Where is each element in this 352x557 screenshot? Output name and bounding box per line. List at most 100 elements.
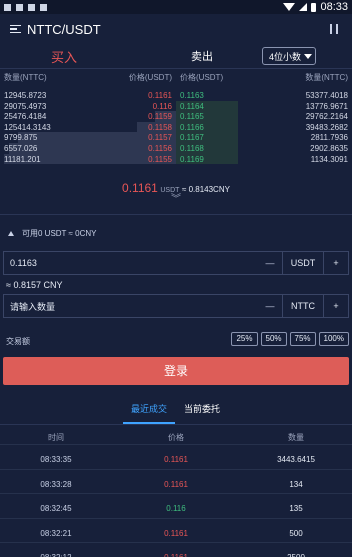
ask-qty-header: 数量(NTTC) xyxy=(305,73,348,82)
bid-qty: 125414.3143 xyxy=(4,122,51,132)
bid-qty: 29075.4973 xyxy=(4,101,47,111)
price-plus-button[interactable]: + xyxy=(324,258,348,268)
time-header: 时间 xyxy=(48,433,64,442)
last-price-cny: ≈ 0.8143CNY xyxy=(181,185,230,194)
orderbook-row[interactable]: 125414.3143 0.1158 0.1166 39483.2682 xyxy=(0,121,352,133)
last-price-value: 0.1161 xyxy=(122,181,158,195)
ask-qty: 29762.2164 xyxy=(305,112,348,122)
price-field: 0.1163 — USDT + xyxy=(3,251,349,275)
quantity-unit: NTTC xyxy=(291,301,315,311)
trade-row: 08:33:28 0.1161 134 xyxy=(0,468,352,494)
ask-price: 0.1166 xyxy=(180,122,204,132)
bid-price: 0.1156 xyxy=(148,143,172,153)
ask-price: 0.1167 xyxy=(180,133,204,143)
trade-time: 08:32:12 xyxy=(40,553,71,557)
menu-icon[interactable] xyxy=(10,24,21,34)
ask-price: 0.1163 xyxy=(180,91,204,100)
orderbook-row[interactable]: 9799.875 0.1157 0.1167 2811.7936 xyxy=(0,132,352,143)
orderbook-row[interactable]: 11181.201 0.1155 0.1169 1134.3091 xyxy=(0,153,352,165)
trade-row: 08:33:35 0.1161 3443.6415 xyxy=(0,444,352,469)
clock: 08:33 xyxy=(320,1,348,13)
trade-price: 0.1161 xyxy=(164,528,188,538)
price-input[interactable]: 0.1163 xyxy=(4,258,258,268)
trade-time: 08:33:35 xyxy=(40,455,72,464)
notification-icon xyxy=(4,3,11,11)
trade-price: 0.1161 xyxy=(164,479,188,489)
price-unit: USDT xyxy=(290,258,316,268)
trade-row: 08:32:12 0.1161 2500 xyxy=(0,542,352,557)
trades-list: 08:33:35 0.1161 3443.6415 08:33:28 0.1161 134… xyxy=(0,444,352,557)
precision-label: 4位小数 xyxy=(269,51,302,62)
ask-price: 0.1169 xyxy=(180,154,204,164)
ask-price-header: 价格(USDT) xyxy=(180,73,224,82)
trade-qty: 500 xyxy=(289,528,303,538)
percent-button[interactable]: 25% xyxy=(231,332,258,346)
bid-price: 0.1158 xyxy=(148,122,172,132)
expand-chevron-icon[interactable]: ︾ xyxy=(170,195,182,208)
orderbook-rows: 12945.8723 0.1161 0.1163 53377.4018 29075.49… xyxy=(0,90,352,165)
available-text: 可用0 USDT ≈ 0CNY xyxy=(22,229,97,238)
notification-icon xyxy=(28,3,35,11)
quantity-plus-button[interactable]: + xyxy=(324,301,348,311)
orderbook-row[interactable]: 29075.4973 0.116 0.1164 13776.9671 xyxy=(0,100,352,112)
trade-price: 0.1161 xyxy=(164,553,188,557)
trade-time: 08:32:45 xyxy=(40,504,72,513)
ask-qty: 39483.2682 xyxy=(305,122,348,132)
percent-button[interactable]: 50% xyxy=(260,332,287,346)
trade-qty: 134 xyxy=(289,479,303,489)
trade-qty: 2500 xyxy=(287,553,305,557)
records-tabs: 最近成交 当前委托 xyxy=(0,398,352,424)
ask-price: 0.1164 xyxy=(180,101,204,111)
ask-price: 0.1168 xyxy=(180,143,204,153)
ask-qty: 13776.9671 xyxy=(305,101,348,111)
trade-row: 08:32:45 0.116 135 xyxy=(0,493,352,518)
ask-qty: 2811.7936 xyxy=(310,133,348,143)
tab-buy[interactable]: 买入 xyxy=(4,47,124,66)
ask-qty: 1134.3091 xyxy=(310,154,348,164)
price-header: 价格 xyxy=(168,433,184,442)
bid-price: 0.116 xyxy=(152,101,172,111)
top-bar: NTTC/USDT xyxy=(0,14,352,44)
percent-button[interactable]: 75% xyxy=(289,332,316,346)
ask-price: 0.1165 xyxy=(180,112,204,122)
tab-recent-trades[interactable]: 最近成交 xyxy=(123,402,175,415)
collapse-arrow-icon[interactable] xyxy=(8,231,14,236)
bid-price: 0.1161 xyxy=(148,91,172,100)
price-minus-button[interactable]: — xyxy=(258,258,282,268)
quantity-minus-button[interactable]: — xyxy=(258,301,282,311)
divider xyxy=(0,424,352,425)
price-cny-approx: ≈ 0.8157 CNY xyxy=(6,280,63,290)
available-balance: 可用0 USDT ≈ 0CNY xyxy=(8,228,96,239)
trade-volume-label: 交易额 xyxy=(6,337,30,346)
ask-qty: 2902.8635 xyxy=(310,143,348,153)
bid-qty: 12945.8723 xyxy=(4,91,47,100)
trade-time: 08:32:21 xyxy=(40,528,72,538)
trade-price: 0.116 xyxy=(166,504,186,513)
orderbook-row[interactable]: 25476.4184 0.1159 0.1165 29762.2164 xyxy=(0,111,352,122)
quantity-input[interactable]: 请输入数量 xyxy=(4,300,258,313)
signal-icon xyxy=(299,3,308,11)
ask-qty: 53377.4018 xyxy=(305,91,348,100)
tab-sell[interactable]: 卖出 xyxy=(142,48,262,64)
qty-header: 数量 xyxy=(288,433,304,442)
notification-icon xyxy=(16,3,23,11)
bid-qty: 6557.026 xyxy=(4,143,38,153)
chevron-down-icon xyxy=(304,53,312,59)
bid-qty: 11181.201 xyxy=(4,154,41,164)
bid-qty: 25476.4184 xyxy=(4,112,47,122)
percent-button[interactable]: 100% xyxy=(318,332,349,346)
precision-dropdown[interactable]: 4位小数 xyxy=(262,47,316,65)
bid-price: 0.1159 xyxy=(148,112,172,122)
percent-buttons: 25% 50% 75% 100% xyxy=(231,332,349,346)
switch-pair-icon[interactable] xyxy=(326,22,342,36)
orderbook-row[interactable]: 6557.026 0.1156 0.1168 2902.8635 xyxy=(0,142,352,154)
divider xyxy=(0,214,352,215)
bid-price: 0.1157 xyxy=(148,133,172,143)
trade-qty: 3443.6415 xyxy=(277,455,315,464)
tab-open-orders[interactable]: 当前委托 xyxy=(184,402,220,415)
status-bar: 08:33 xyxy=(0,0,352,14)
pair-title[interactable]: NTTC/USDT xyxy=(27,22,101,37)
bid-qty: 9799.875 xyxy=(4,133,38,143)
orderbook-row[interactable]: 12945.8723 0.1161 0.1163 53377.4018 xyxy=(0,90,352,101)
login-button[interactable]: 登录 xyxy=(3,357,349,385)
